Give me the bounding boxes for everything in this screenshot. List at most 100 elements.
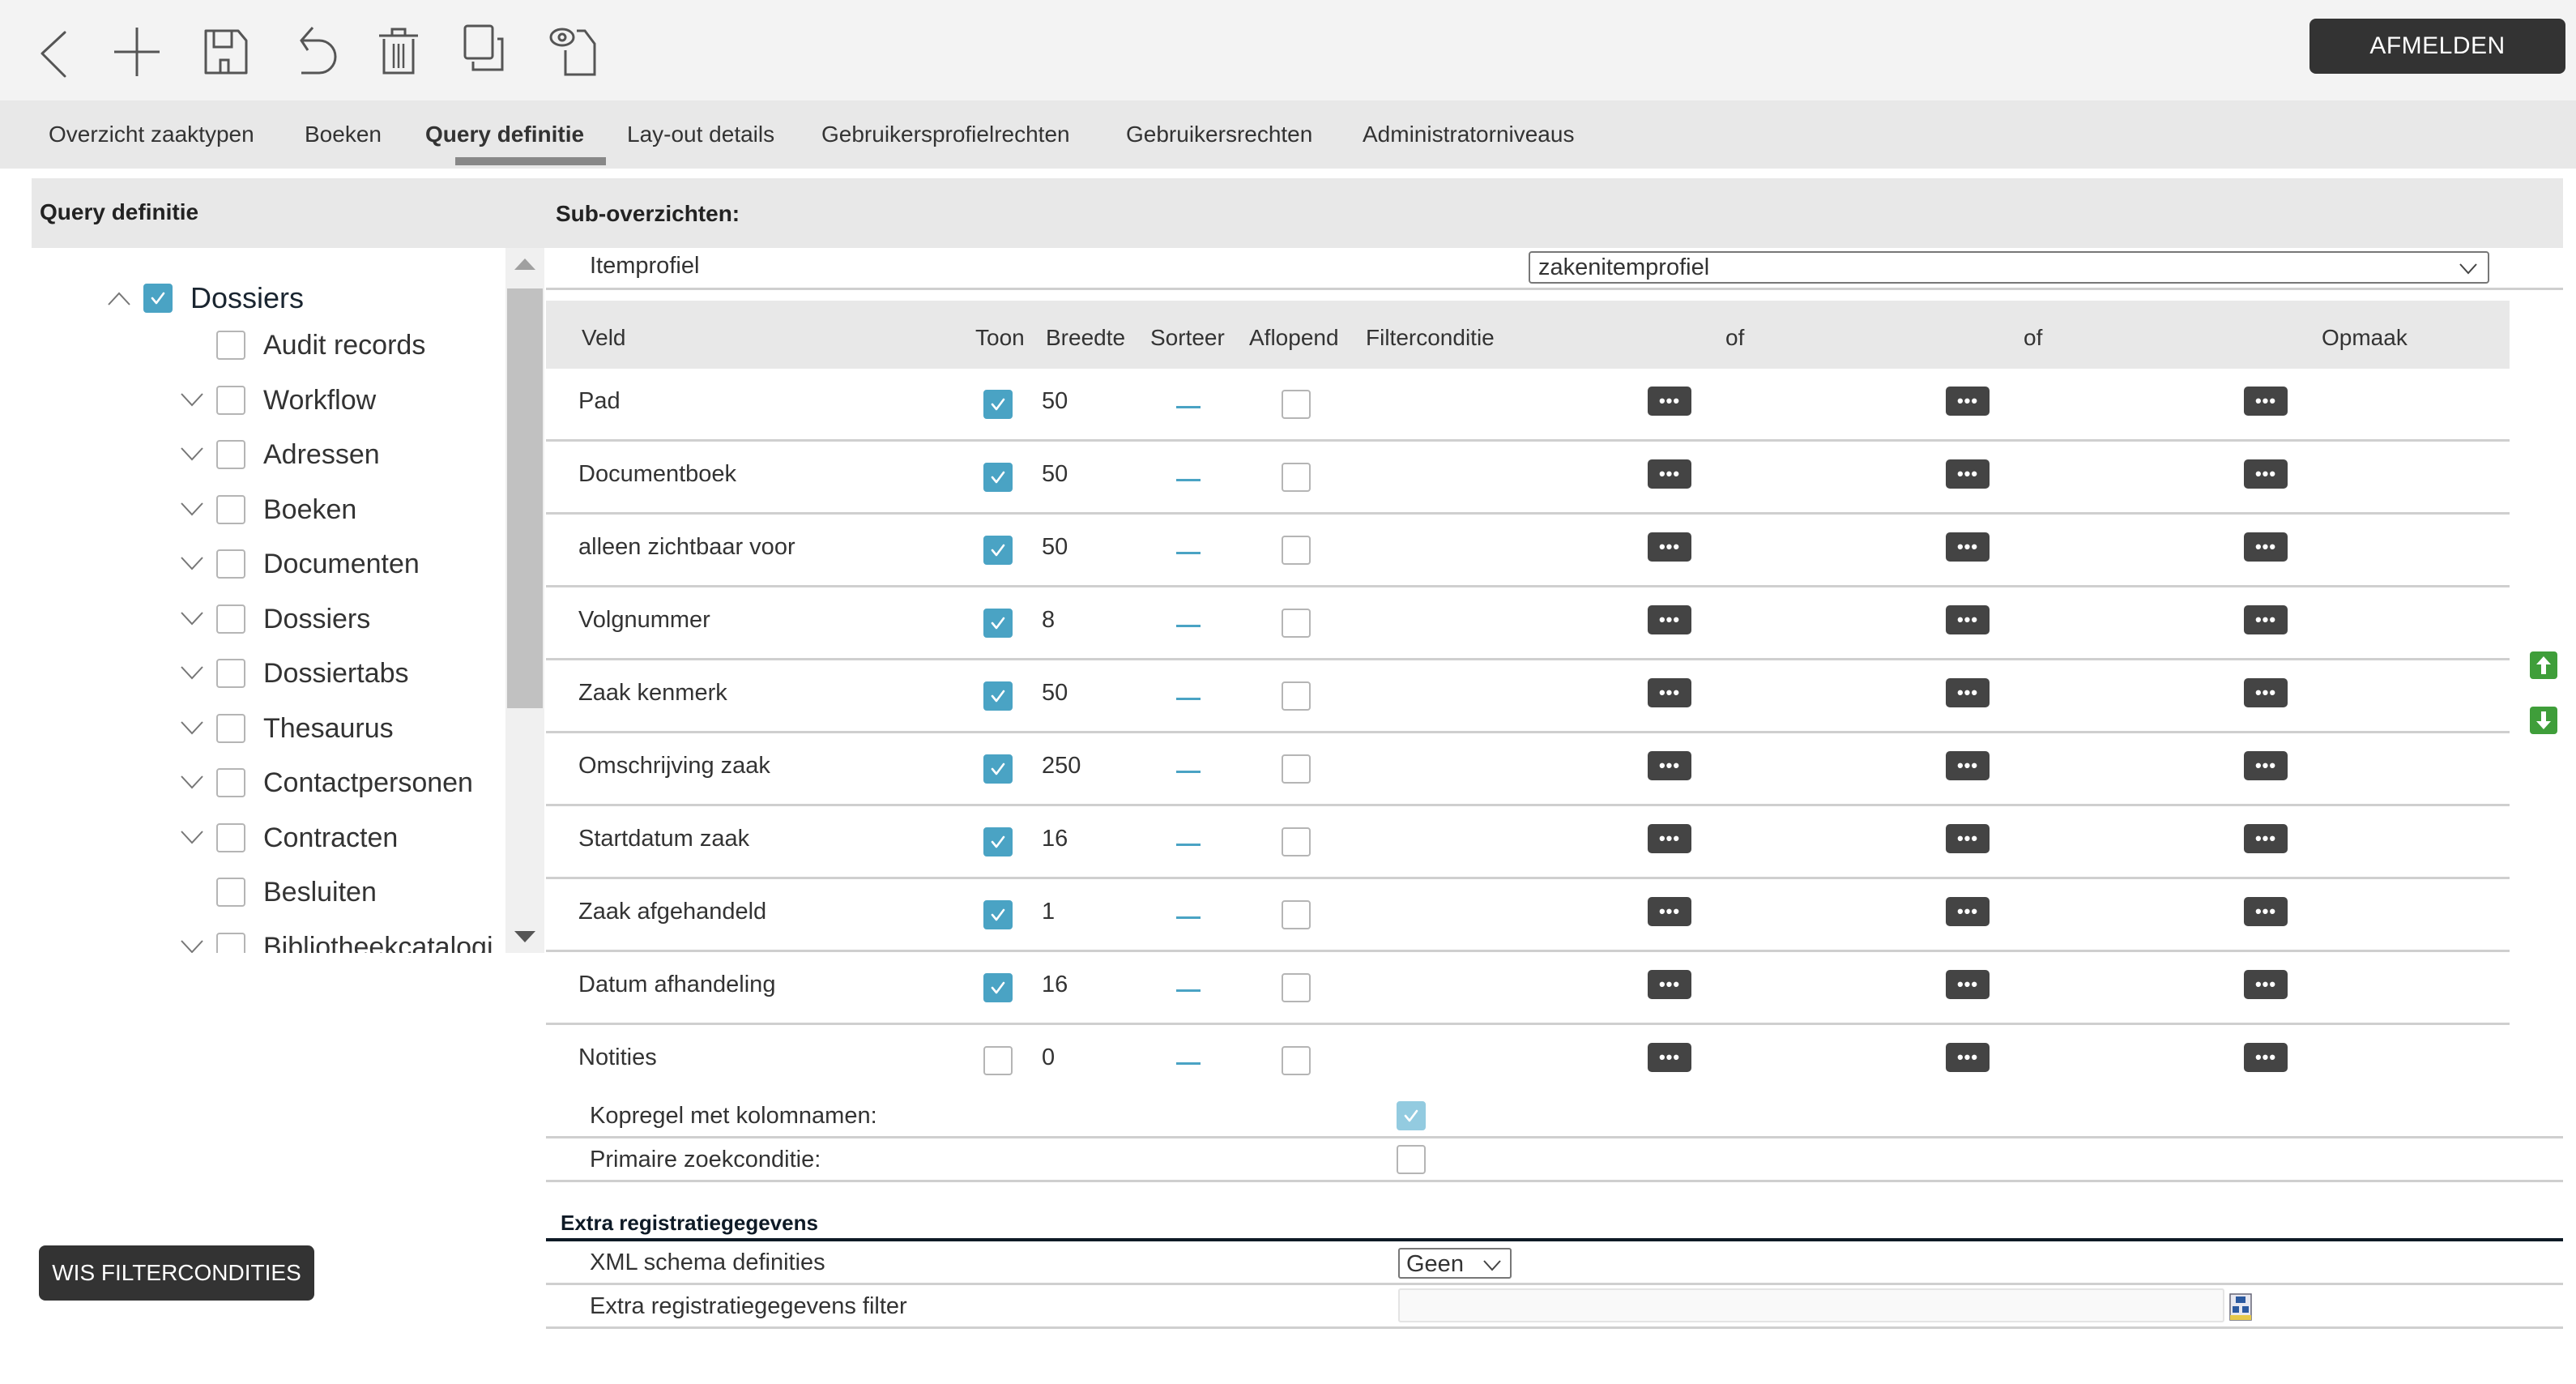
of-condition-2-button[interactable]: ••• bbox=[2244, 678, 2288, 707]
of-condition-1-button[interactable]: ••• bbox=[1946, 459, 1990, 489]
tree-item-checkbox[interactable] bbox=[216, 823, 245, 852]
tab-boeken[interactable]: Boeken bbox=[305, 117, 382, 152]
of-condition-1-button[interactable]: ••• bbox=[1946, 387, 1990, 416]
aflopend-checkbox[interactable] bbox=[1282, 536, 1311, 565]
chevron-up-icon[interactable] bbox=[104, 284, 134, 313]
of-condition-1-button[interactable]: ••• bbox=[1946, 751, 1990, 780]
chevron-down-icon[interactable] bbox=[177, 659, 207, 688]
tree-item-checkbox[interactable] bbox=[216, 714, 245, 743]
of-condition-1-button[interactable]: ••• bbox=[1946, 970, 1990, 999]
kopregel-checkbox[interactable] bbox=[1397, 1101, 1426, 1130]
undo-icon[interactable] bbox=[282, 19, 343, 81]
sorteer-toggle[interactable] bbox=[1176, 406, 1201, 408]
tree-item-checkbox[interactable] bbox=[216, 331, 245, 360]
of-condition-2-button[interactable]: ••• bbox=[2244, 1043, 2288, 1072]
tree-item-checkbox[interactable] bbox=[216, 549, 245, 579]
toon-checkbox[interactable] bbox=[983, 1046, 1013, 1075]
tree-item-checkbox[interactable] bbox=[216, 495, 245, 524]
preview-icon[interactable] bbox=[543, 19, 604, 81]
filterconditie-button[interactable]: ••• bbox=[1648, 459, 1691, 489]
breedte-input[interactable] bbox=[1042, 753, 1082, 780]
scroll-down-arrow-icon[interactable] bbox=[505, 921, 544, 953]
tree-item[interactable]: Thesaurus bbox=[177, 706, 394, 751]
add-icon[interactable] bbox=[106, 19, 168, 81]
breedte-input[interactable] bbox=[1042, 1044, 1082, 1071]
tree-item[interactable]: Documenten bbox=[177, 541, 420, 587]
tree-item[interactable]: Dossiers bbox=[104, 276, 304, 321]
of-condition-2-button[interactable]: ••• bbox=[2244, 970, 2288, 999]
of-condition-2-button[interactable]: ••• bbox=[2244, 459, 2288, 489]
tree-item[interactable]: Bibliotheekcatalogi bbox=[177, 925, 493, 953]
clear-filterconditions-button[interactable]: WIS FILTERCONDITIES bbox=[39, 1245, 314, 1301]
filterconditie-button[interactable]: ••• bbox=[1648, 897, 1691, 926]
chevron-down-icon[interactable] bbox=[177, 714, 207, 743]
xml-schema-select[interactable]: Geen bbox=[1398, 1248, 1512, 1279]
tree-item[interactable]: Dossiers bbox=[177, 596, 370, 642]
toon-checkbox[interactable] bbox=[983, 463, 1013, 492]
tab-query-definitie[interactable]: Query definitie bbox=[425, 117, 584, 152]
tree-item[interactable]: Boeken bbox=[177, 487, 356, 532]
extra-filter-input[interactable] bbox=[1398, 1288, 2224, 1322]
of-condition-1-button[interactable]: ••• bbox=[1946, 1043, 1990, 1072]
copy-icon[interactable] bbox=[455, 19, 517, 81]
breedte-input[interactable] bbox=[1042, 680, 1082, 707]
of-condition-1-button[interactable]: ••• bbox=[1946, 532, 1990, 562]
chevron-down-icon[interactable] bbox=[177, 768, 207, 797]
tree-item-checkbox[interactable] bbox=[216, 386, 245, 415]
of-condition-2-button[interactable]: ••• bbox=[2244, 824, 2288, 853]
breedte-input[interactable] bbox=[1042, 461, 1082, 488]
of-condition-2-button[interactable]: ••• bbox=[2244, 751, 2288, 780]
of-condition-2-button[interactable]: ••• bbox=[2244, 532, 2288, 562]
breedte-input[interactable] bbox=[1042, 899, 1082, 925]
filterconditie-button[interactable]: ••• bbox=[1648, 532, 1691, 562]
sorteer-toggle[interactable] bbox=[1176, 844, 1201, 846]
chevron-down-icon[interactable] bbox=[177, 933, 207, 953]
tree-item[interactable]: Contracten bbox=[177, 815, 398, 861]
aflopend-checkbox[interactable] bbox=[1282, 754, 1311, 784]
toon-checkbox[interactable] bbox=[983, 536, 1013, 565]
chevron-down-icon[interactable] bbox=[177, 604, 207, 634]
filterconditie-button[interactable]: ••• bbox=[1648, 751, 1691, 780]
breedte-input[interactable] bbox=[1042, 972, 1082, 998]
toon-checkbox[interactable] bbox=[983, 609, 1013, 638]
of-condition-1-button[interactable]: ••• bbox=[1946, 678, 1990, 707]
toon-checkbox[interactable] bbox=[983, 973, 1013, 1002]
filterconditie-button[interactable]: ••• bbox=[1648, 824, 1691, 853]
of-condition-1-button[interactable]: ••• bbox=[1946, 605, 1990, 634]
chevron-down-icon[interactable] bbox=[177, 386, 207, 415]
aflopend-checkbox[interactable] bbox=[1282, 1046, 1311, 1075]
toon-checkbox[interactable] bbox=[983, 390, 1013, 419]
tree-item-checkbox[interactable] bbox=[216, 878, 245, 907]
filterconditie-button[interactable]: ••• bbox=[1648, 1043, 1691, 1072]
delete-icon[interactable] bbox=[368, 19, 429, 81]
sorteer-toggle[interactable] bbox=[1176, 479, 1201, 481]
back-icon[interactable] bbox=[23, 19, 84, 81]
tree-item[interactable]: Workflow bbox=[177, 378, 376, 423]
scrollbar-thumb[interactable] bbox=[507, 288, 543, 708]
tree-item[interactable]: Contactpersonen bbox=[177, 760, 473, 805]
tree-scrollbar[interactable] bbox=[505, 248, 544, 953]
filterconditie-button[interactable]: ••• bbox=[1648, 387, 1691, 416]
chevron-down-icon[interactable] bbox=[177, 549, 207, 579]
breedte-input[interactable] bbox=[1042, 534, 1082, 561]
scroll-up-arrow-icon[interactable] bbox=[505, 248, 544, 280]
breedte-input[interactable] bbox=[1042, 388, 1082, 415]
chevron-down-icon[interactable] bbox=[177, 823, 207, 852]
aflopend-checkbox[interactable] bbox=[1282, 681, 1311, 711]
tree-item-checkbox[interactable] bbox=[216, 768, 245, 797]
aflopend-checkbox[interactable] bbox=[1282, 609, 1311, 638]
tree-item[interactable]: Dossiertabs bbox=[177, 651, 409, 696]
tree-item-checkbox[interactable] bbox=[216, 659, 245, 688]
of-condition-2-button[interactable]: ••• bbox=[2244, 605, 2288, 634]
tab-administratorniveaus[interactable]: Administratorniveaus bbox=[1363, 117, 1574, 152]
chevron-down-icon[interactable] bbox=[177, 495, 207, 524]
sorteer-toggle[interactable] bbox=[1176, 1062, 1201, 1065]
tab-gebruikersrechten[interactable]: Gebruikersrechten bbox=[1126, 117, 1312, 152]
toon-checkbox[interactable] bbox=[983, 900, 1013, 929]
of-condition-2-button[interactable]: ••• bbox=[2244, 387, 2288, 416]
of-condition-1-button[interactable]: ••• bbox=[1946, 824, 1990, 853]
tree-item-checkbox[interactable] bbox=[216, 440, 245, 469]
aflopend-checkbox[interactable] bbox=[1282, 390, 1311, 419]
aflopend-checkbox[interactable] bbox=[1282, 463, 1311, 492]
of-condition-2-button[interactable]: ••• bbox=[2244, 897, 2288, 926]
